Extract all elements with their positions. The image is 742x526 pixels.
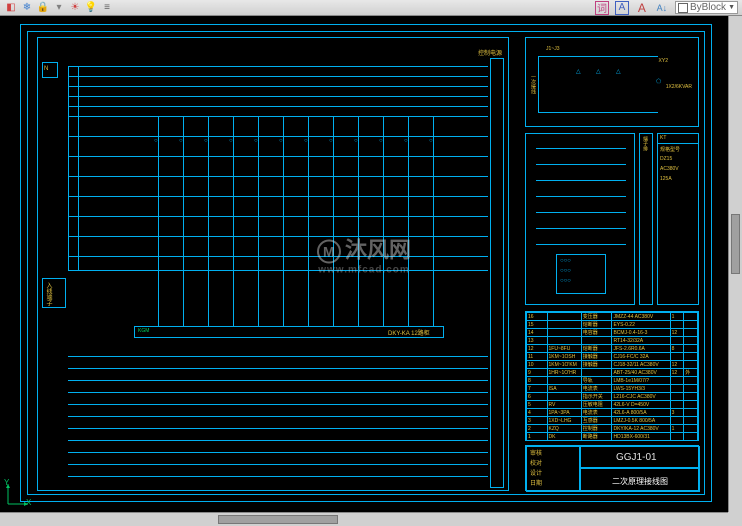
left-tag: 入线端子 — [44, 282, 53, 306]
table-row: 13RT14-32/32A — [527, 337, 698, 345]
scrollbar-corner — [728, 512, 742, 526]
schematic-block: KGM DKY-KA 12路柜 N 入线端子 ○ ○ ○ ○ ○ — [37, 37, 509, 491]
drawing-title: 二次原理接线图 — [612, 476, 668, 487]
tb-design: 设计 — [530, 468, 542, 477]
d1-xy-label: XY2 — [659, 58, 668, 64]
d1-kvar-label: 1X2/6KVAR — [666, 84, 692, 90]
drawing-number: GGJ1-01 — [616, 452, 657, 463]
bus-top-label: 控制电源 — [478, 48, 502, 57]
table-row: 5RV压敏电阻42L6-V D=450V — [527, 401, 698, 409]
detail-block-1: J1~J3 一次接线 1X2/6KVAR XY2 △ △ △ ⬠ — [525, 37, 699, 127]
table-row: 15熔断器EYS-0.22 — [527, 321, 698, 329]
linetype-icon[interactable]: ≡ — [100, 1, 114, 15]
scrollbar-thumb[interactable] — [731, 214, 740, 274]
table-row: 2KZQ控制器DKY/KA-12 AC380V1 — [527, 425, 698, 433]
sun-icon[interactable]: ☀ — [68, 1, 82, 15]
vertical-scrollbar[interactable] — [728, 16, 742, 512]
bus-label: N — [44, 66, 48, 72]
table-row: 7ISA电流表LWS-15YH3/3 — [527, 385, 698, 393]
toolbar: ◧ ❄ 🔒 ▾ ☀ 💡 ≡ 词 A A A↓ ByBlock ▼ — [0, 0, 742, 16]
table-row: 14电容器BCMJ-0.4-16-312 — [527, 329, 698, 337]
horizontal-scrollbar[interactable] — [0, 512, 728, 526]
drawing-frame: KGM DKY-KA 12路柜 N 入线端子 ○ ○ ○ ○ ○ — [20, 24, 712, 502]
tb-audit: 审核 — [530, 448, 542, 457]
kgm-label: KGM — [138, 328, 149, 334]
table-row: 41PA~3PA电流表42L6-A 800/5A3 — [527, 409, 698, 417]
panel-label: DKY-KA 12路柜 — [388, 328, 430, 337]
table-row: 101KM~1O'KM接触器CJ18-32/11 AC380V12 — [527, 361, 698, 369]
d1-j-label: J1~J3 — [546, 46, 559, 52]
ucs-x: X — [26, 498, 31, 507]
right-column: J1~J3 一次接线 1X2/6KVAR XY2 △ △ △ ⬠ — [525, 37, 699, 491]
table-row: 16变压器JMZZ-44 AC380V1 — [527, 313, 698, 321]
layer-icon[interactable]: ◧ — [4, 1, 18, 15]
layer-dropdown-icon[interactable]: ▾ — [52, 1, 66, 15]
title-block: 审核 校对 设计 日期 GGJ1-01 二次原理接线图 — [525, 445, 699, 491]
table-row: 91HR~1O'HRABT-25/40 AC380V12外 — [527, 369, 698, 377]
lock-icon[interactable]: 🔒 — [36, 1, 50, 15]
table-row: 8导轨LMB-1e1M/07/? — [527, 377, 698, 385]
table-row: 6指示开关L216-CJC AC380V — [527, 393, 698, 401]
detail-block-2: ○○○ ○○○ ○○○ 端子排 KT 规格型号 DZ15 AC380V 125A — [525, 133, 699, 305]
bom-table-grid: 16变压器JMZZ-44 AC380V115熔断器EYS-0.2214电容器BC… — [526, 312, 698, 441]
detail2-left: ○○○ ○○○ ○○○ — [525, 133, 635, 305]
table-row: 111KM~1OSH接触器CJ16-FC/C 32A — [527, 353, 698, 361]
text-small-a-icon[interactable]: A↓ — [655, 1, 669, 15]
text-style-a-icon[interactable]: A — [615, 1, 629, 15]
detail2-mini-table: KT 规格型号 DZ15 AC380V 125A — [657, 133, 699, 305]
chevron-down-icon: ▼ — [728, 4, 735, 11]
table-row: 121FU~8FU熔断器JFS-2.6R0.6A8 — [527, 345, 698, 353]
ucs-y: Y — [4, 478, 9, 487]
bylayer-label: ByBlock — [690, 2, 726, 13]
d1-primary-label: 一次接线 — [530, 74, 537, 94]
detail2-terminal-strip: 端子排 — [639, 133, 653, 305]
tb-check: 校对 — [530, 458, 542, 467]
freeze-icon[interactable]: ❄ — [20, 1, 34, 15]
tb-date: 日期 — [530, 478, 542, 487]
terminal-label: 端子排 — [642, 136, 649, 151]
bulb-icon[interactable]: 💡 — [84, 1, 98, 15]
word-icon[interactable]: 词 — [595, 1, 609, 15]
color-byblock-dropdown[interactable]: ByBlock ▼ — [675, 1, 738, 14]
table-row: 1DK断路器HD13BX-600/31 — [527, 433, 698, 441]
kt-label: KT — [660, 135, 666, 141]
table-row: 31XD~LHG互感器LMZJ-0.5K 800/5A — [527, 417, 698, 425]
cad-canvas[interactable]: KGM DKY-KA 12路柜 N 入线端子 ○ ○ ○ ○ ○ — [0, 16, 728, 512]
ucs-icon: X Y — [4, 480, 32, 508]
scrollbar-thumb[interactable] — [218, 515, 338, 524]
text-big-a-icon[interactable]: A — [635, 1, 649, 15]
bom-table: 16变压器JMZZ-44 AC380V115熔断器EYS-0.2214电容器BC… — [525, 311, 699, 441]
